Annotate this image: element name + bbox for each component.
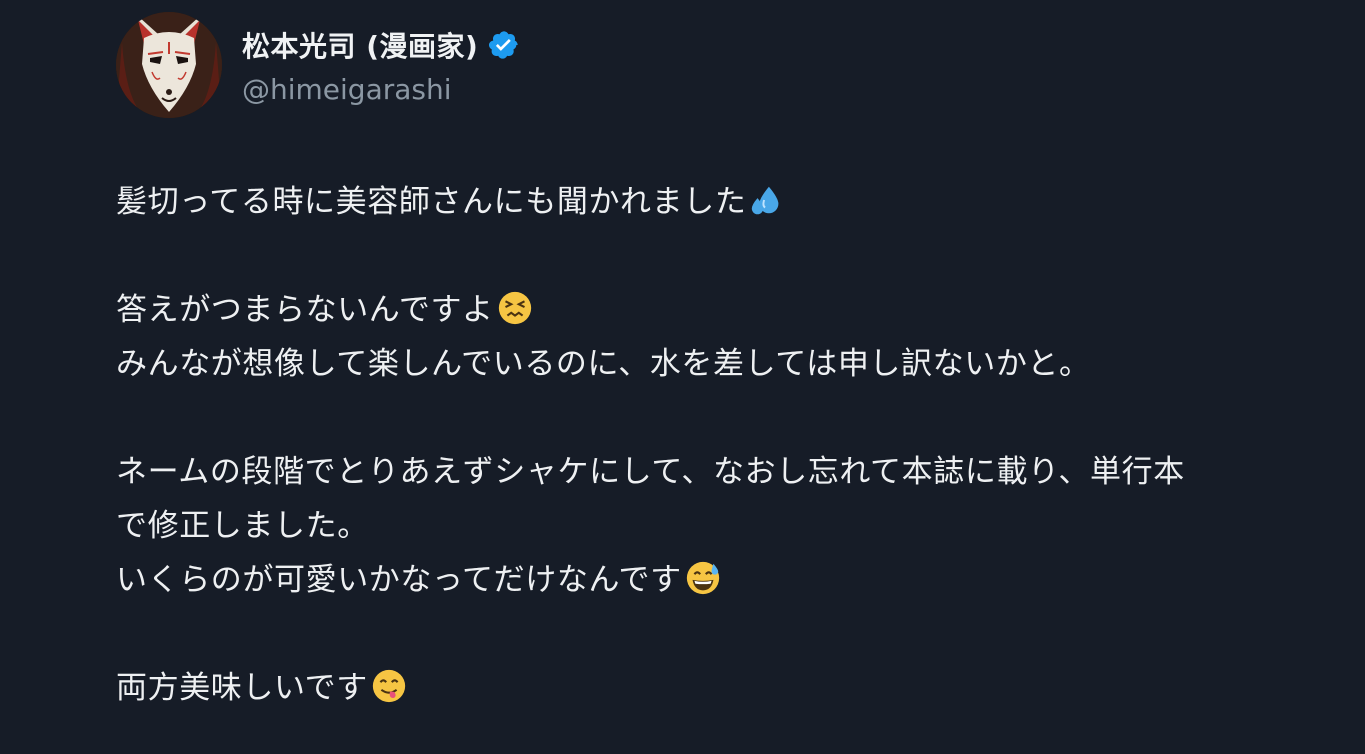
author-names: 松本光司 (漫画家) @himeigarashi (242, 25, 520, 106)
tweet-line-4: ネームの段階でとりあえずシャケにして、なおし忘れて本誌に載り、単行本 (116, 445, 1351, 499)
verified-badge-icon (488, 29, 520, 61)
tweet-text: 髪切ってる時に美容師さんにも聞かれました 答えがつまらないんですよ みんなが想像… (116, 175, 1351, 715)
author-handle[interactable]: @himeigarashi (242, 73, 520, 106)
grinning-sweat-face-emoji-icon (684, 559, 722, 597)
display-name[interactable]: 松本光司 (漫画家) (242, 25, 478, 65)
tweet-line-5-text: で修正しました。 (116, 508, 369, 544)
tweet-line-3-text: みんなが想像して楽しんでいるのに、水を差しては申し訳ないかと。 (116, 346, 1091, 382)
tweet-line-3: みんなが想像して楽しんでいるのに、水を差しては申し訳ないかと。 (116, 337, 1351, 391)
tweet-line-2: 答えがつまらないんですよ (116, 283, 1351, 337)
tweet-line-6: いくらのが可愛いかなってだけなんです (116, 553, 1351, 607)
tweet-line-5: で修正しました。 (116, 499, 1351, 553)
savoring-food-face-emoji-icon (370, 667, 408, 705)
tweet-line-2-text: 答えがつまらないんですよ (116, 292, 494, 328)
tweet-line-1-text: 髪切ってる時に美容師さんにも聞かれました (116, 184, 747, 220)
tweet-line-1: 髪切ってる時に美容師さんにも聞かれました (116, 175, 1351, 229)
tweet-line-6-text: いくらのが可愛いかなってだけなんです (116, 562, 682, 598)
tweet-line-4-text: ネームの段階でとりあえずシャケにして、なおし忘れて本誌に載り、単行本 (116, 454, 1185, 490)
tweet-line-7-text: 両方美味しいです (116, 670, 368, 706)
tweet-header: 松本光司 (漫画家) @himeigarashi (116, 12, 520, 118)
tweet-line-7: 両方美味しいです (116, 661, 1351, 715)
sweat-droplets-emoji-icon (748, 181, 786, 219)
fox-mask-avatar[interactable] (116, 12, 222, 118)
display-name-row: 松本光司 (漫画家) (242, 25, 520, 65)
confounded-face-emoji-icon (496, 289, 534, 327)
